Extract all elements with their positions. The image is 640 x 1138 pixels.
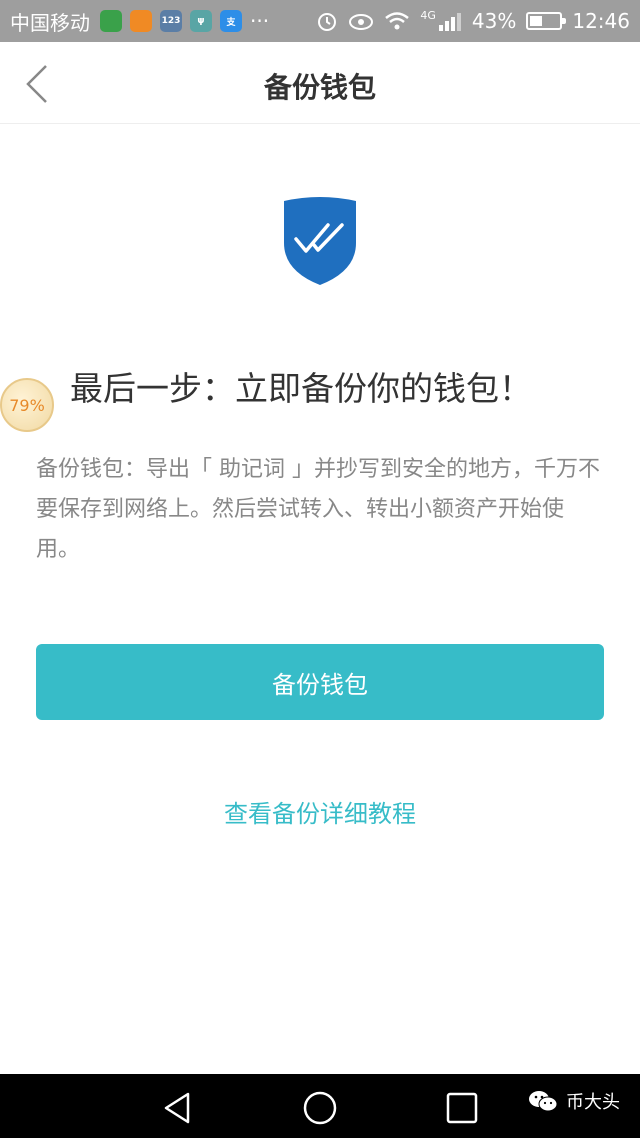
orange-leaf-app-icon [130,10,152,32]
circle-home-icon [303,1091,337,1125]
status-app-icons: 123 ψ 支 ··· [100,9,269,33]
battery-fill [530,16,543,26]
app-header: 备份钱包 [0,42,640,124]
nav-back-button[interactable] [158,1088,198,1128]
nav-recents-button[interactable] [442,1088,482,1128]
battery-nub [562,18,567,24]
alarm-icon [318,13,337,31]
triangle-back-icon [164,1092,190,1124]
backup-tutorial-link[interactable]: 查看备份详细教程 [0,794,640,829]
shield-check-icon [284,197,356,285]
wechat-icon [529,1091,558,1112]
square-recents-icon [446,1092,478,1124]
watermark-text: 币大头 [566,1092,620,1113]
eye-icon [349,14,374,30]
backup-wallet-button[interactable]: 备份钱包 [36,644,604,720]
network-type: 4G [420,9,436,22]
description-text: 备份钱包：导出「 助记词 」并抄写到安全的地方，千万不要保存到网络上。然后尝试转… [36,457,600,562]
battery-icon [526,12,567,30]
battery-percent: 43% [471,9,517,33]
page-title: 备份钱包 [263,71,376,104]
main-heading: 最后一步：立即备份你的钱包！ [70,369,532,408]
green-circle-app-icon [100,10,122,32]
nav-home-button[interactable] [300,1088,340,1128]
signal-icon [438,13,461,31]
watermark: 币大头 [528,1088,620,1114]
more-notifications-icon: ··· [250,9,270,33]
usb-icon: ψ [190,10,212,32]
status-indicators: 4G 43% 12:46 [316,9,630,33]
progress-badge[interactable]: 79% [0,378,54,432]
wifi-icon [385,12,410,30]
blue-app-icon: 123 [160,10,182,32]
carrier-name: 中国移动 [10,10,90,35]
alipay-icon: 支 [220,10,242,32]
clock: 12:46 [572,9,630,33]
status-bar: 中国移动 123 ψ 支 ··· 4G 43% 12:46 [0,0,640,42]
